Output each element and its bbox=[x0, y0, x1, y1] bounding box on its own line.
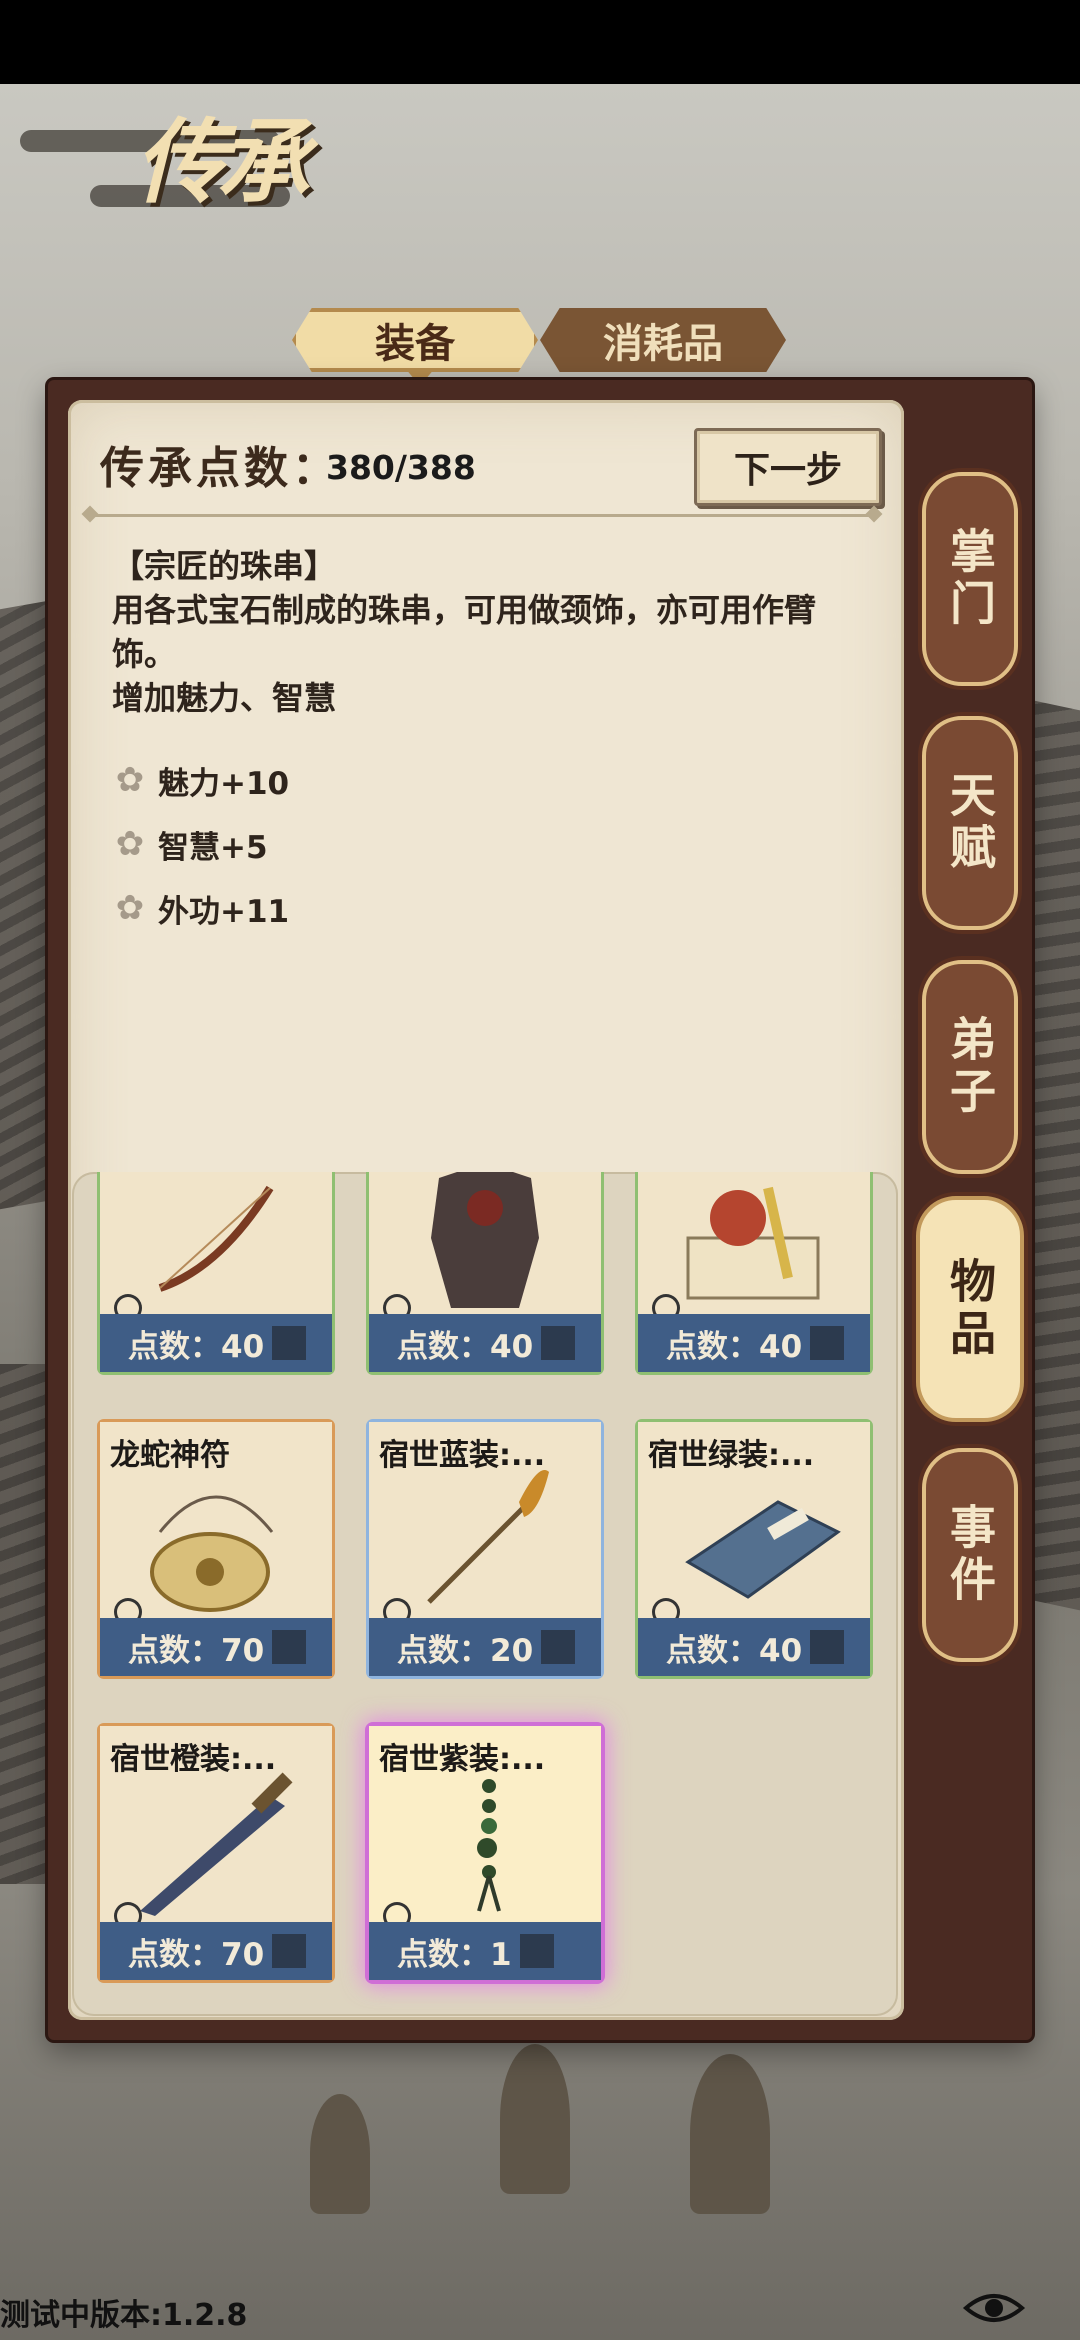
side-tab-label: 事件 bbox=[943, 1503, 997, 1607]
side-tab-label: 天赋 bbox=[943, 771, 997, 875]
point-box bbox=[272, 1934, 307, 1968]
status-bar bbox=[0, 0, 1080, 84]
point-box bbox=[272, 1326, 307, 1360]
item-name: 宿世绿装:... bbox=[648, 1438, 815, 1473]
stat-text: 外功+11 bbox=[158, 893, 290, 930]
item-points: 点数：40 bbox=[666, 1632, 803, 1669]
item-card[interactable]: 点数：40 bbox=[369, 1172, 601, 1372]
point-box bbox=[810, 1630, 845, 1664]
stat-row: ✿ 魅力+10 bbox=[112, 758, 289, 802]
stat-text: 魅力+10 bbox=[158, 765, 290, 802]
point-box bbox=[541, 1326, 576, 1360]
page-title: 传承 bbox=[135, 108, 309, 216]
item-card[interactable]: 宿世绿装:... 点数：40 bbox=[638, 1422, 870, 1676]
next-step-button[interactable]: 下一步 bbox=[694, 428, 882, 506]
item-points: 点数：70 bbox=[128, 1632, 265, 1669]
item-name: 【宗匠的珠串】 bbox=[112, 547, 337, 585]
side-tab-label: 掌门 bbox=[943, 527, 997, 631]
item-name: 龙蛇神符 bbox=[110, 1438, 230, 1473]
item-name: 宿世蓝装:... bbox=[379, 1438, 546, 1473]
eye-icon[interactable] bbox=[962, 2282, 1026, 2334]
item-points: 点数：1 bbox=[397, 1936, 512, 1973]
point-box bbox=[541, 1630, 576, 1664]
item-card[interactable]: 点数：40 bbox=[638, 1172, 870, 1372]
tab-equipment[interactable]: 装备 bbox=[292, 308, 538, 372]
side-tab-disciples[interactable]: 弟子 bbox=[922, 960, 1018, 1174]
item-points: 点数：40 bbox=[128, 1328, 265, 1365]
item-points: 点数：40 bbox=[397, 1328, 534, 1365]
point-box bbox=[272, 1630, 307, 1664]
item-points: 点数：40 bbox=[666, 1328, 803, 1365]
point-box bbox=[810, 1326, 845, 1360]
item-name: 宿世橙装:... bbox=[110, 1742, 277, 1777]
points-value: 380/388 bbox=[326, 448, 476, 487]
stat-row: ✿ 智慧+5 bbox=[112, 822, 268, 866]
item-grid[interactable]: 点数：40 点数：40 点数：40 龙蛇神符 点数：70 宿世蓝装:... 点数… bbox=[72, 1172, 898, 2016]
item-points: 点数：20 bbox=[397, 1632, 534, 1669]
side-tab-events[interactable]: 事件 bbox=[922, 1448, 1018, 1662]
side-tab-master[interactable]: 掌门 bbox=[922, 472, 1018, 686]
version-label: 测试中版本:1.2.8 bbox=[0, 2298, 248, 2333]
item-card[interactable]: 点数：40 bbox=[100, 1172, 332, 1372]
item-card-selected[interactable]: 宿世紫装:... 点数：1 bbox=[369, 1726, 601, 1980]
side-tab-label: 物品 bbox=[943, 1257, 997, 1361]
side-tab-talent[interactable]: 天赋 bbox=[922, 716, 1018, 930]
stat-text: 智慧+5 bbox=[158, 829, 268, 866]
item-card[interactable]: 宿世橙装:... 点数：70 bbox=[100, 1726, 332, 1980]
seal-icon bbox=[686, 1186, 820, 1300]
flower-icon: ✿ bbox=[115, 760, 145, 800]
item-points: 点数：70 bbox=[128, 1936, 265, 1973]
flower-icon: ✿ bbox=[115, 824, 145, 864]
flower-icon: ✿ bbox=[115, 888, 145, 928]
item-name: 宿世紫装:... bbox=[379, 1742, 546, 1777]
item-card[interactable]: 龙蛇神符 点数：70 bbox=[100, 1422, 332, 1676]
points-label: 传承点数： bbox=[100, 443, 340, 494]
tab-consumables[interactable]: 消耗品 bbox=[540, 308, 786, 372]
armor-icon bbox=[431, 1172, 539, 1308]
divider bbox=[88, 514, 876, 517]
side-tab-label: 弟子 bbox=[943, 1015, 997, 1119]
item-description: 用各式宝石制成的珠串，可用做颈饰，亦可用作臂饰。 bbox=[112, 591, 817, 673]
bow-icon bbox=[158, 1185, 274, 1292]
item-card[interactable]: 宿世蓝装:... 点数：20 bbox=[369, 1422, 601, 1676]
side-tab-items[interactable]: 物品 bbox=[916, 1196, 1024, 1422]
item-effect: 增加魅力、智慧 bbox=[112, 679, 337, 717]
stat-row: ✿ 外功+11 bbox=[112, 886, 289, 930]
point-box bbox=[519, 1934, 554, 1968]
